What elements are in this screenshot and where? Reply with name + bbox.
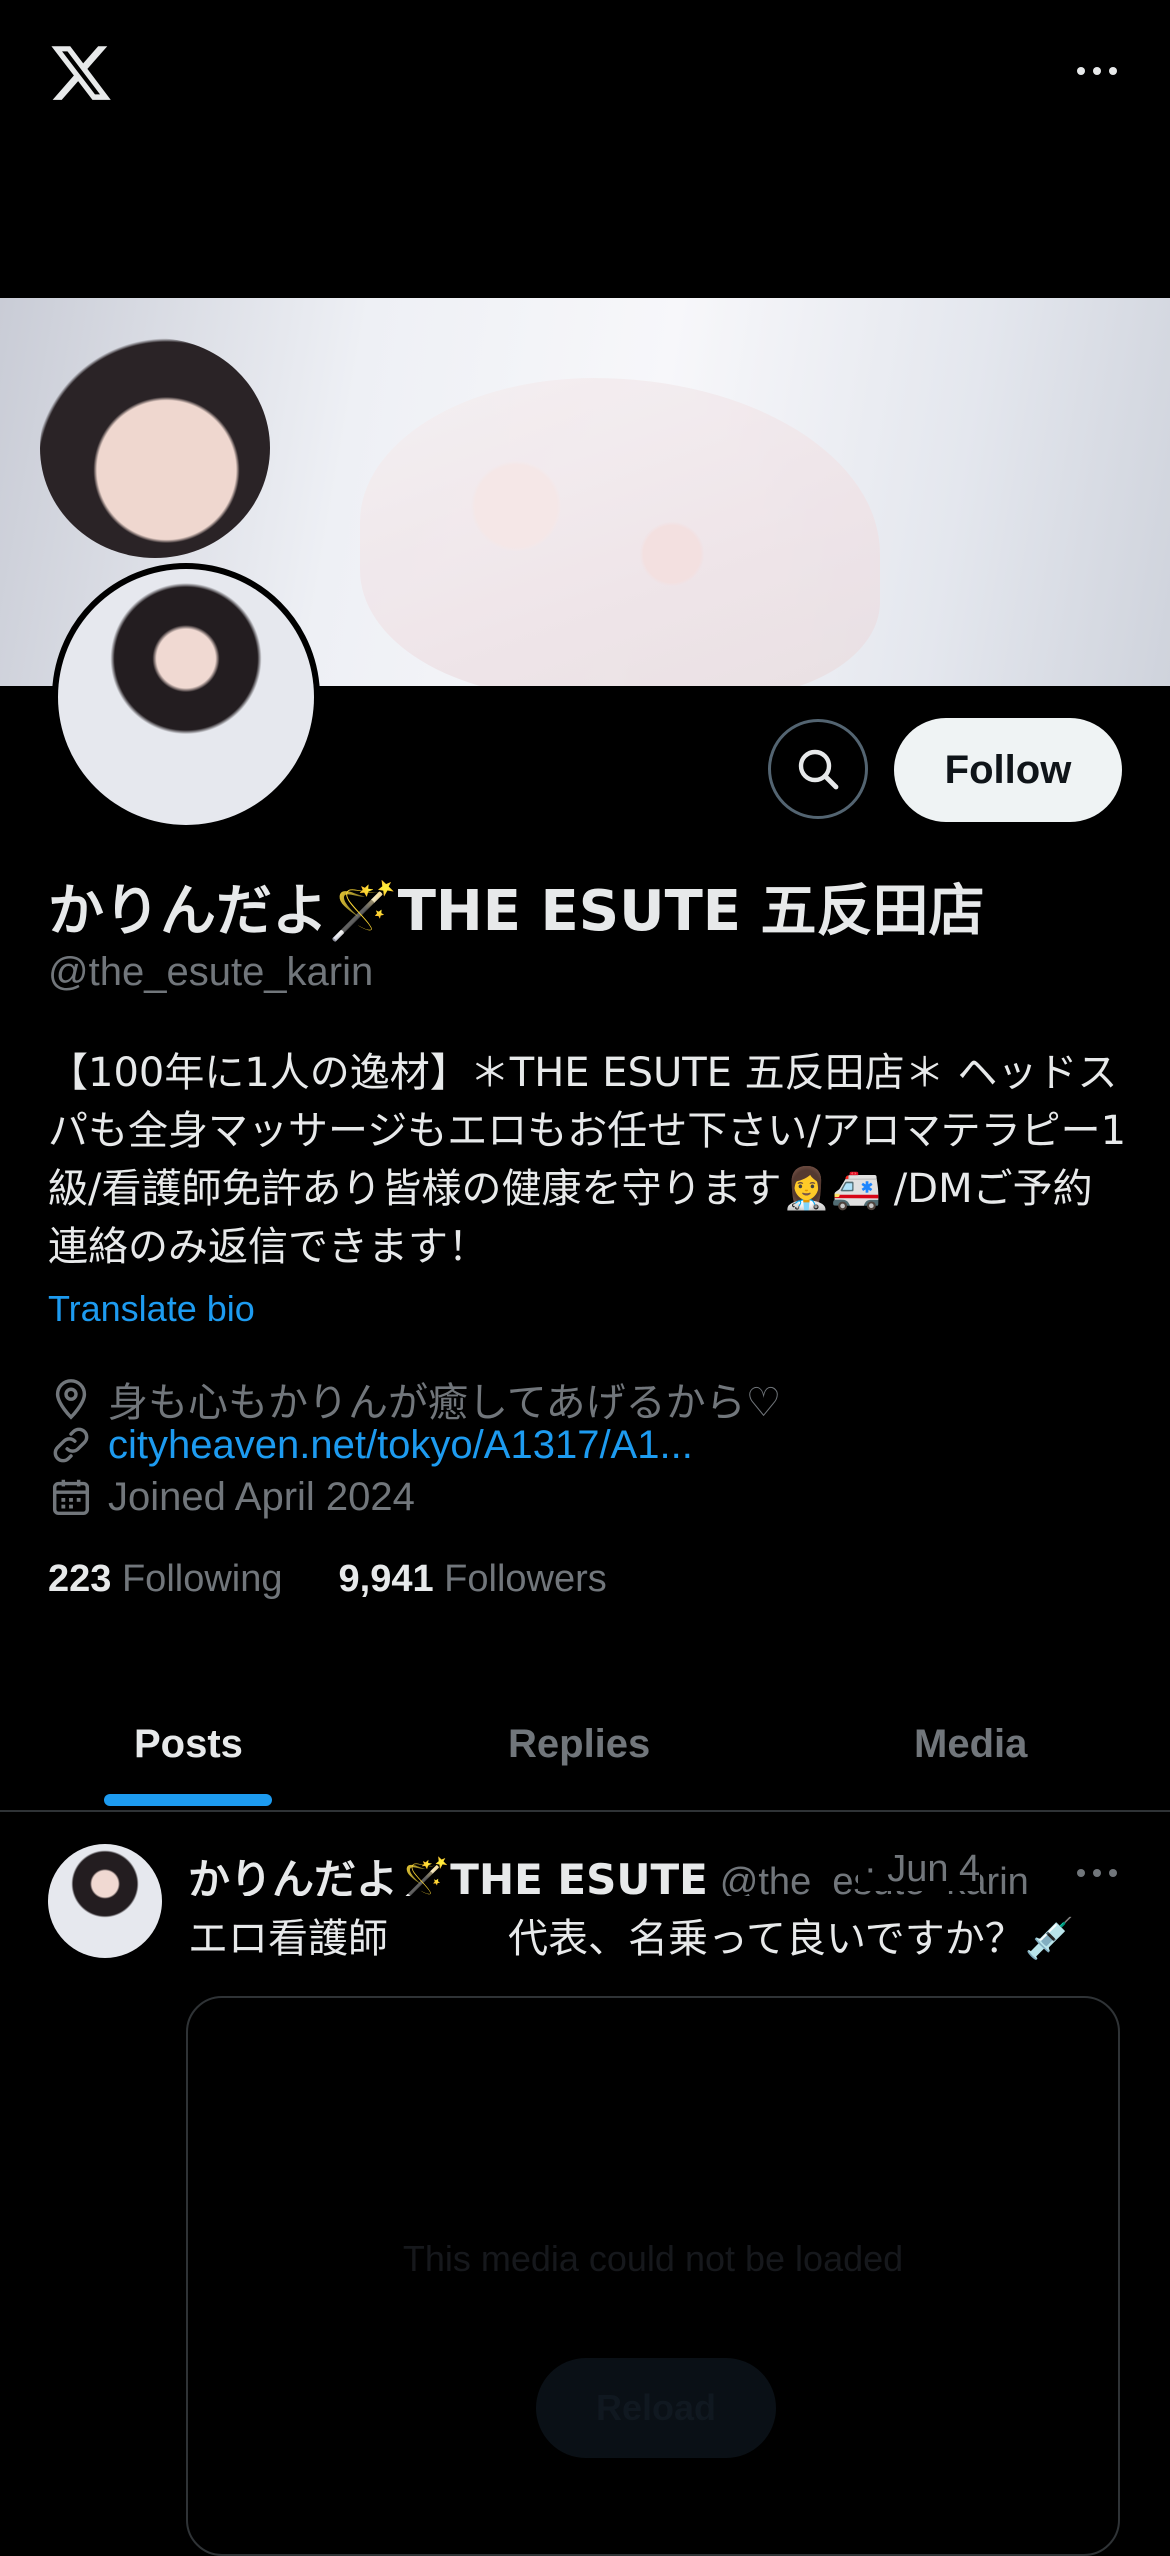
more-options-button[interactable] (1072, 56, 1122, 86)
website-link[interactable]: cityheaven.net/tokyo/A1317/A1... (108, 1423, 693, 1468)
search-button[interactable] (768, 719, 868, 819)
joined-text: Joined April 2024 (108, 1474, 415, 1519)
profile-website: cityheaven.net/tokyo/A1317/A1... (48, 1422, 693, 1468)
tab-posts[interactable]: Posts (134, 1680, 243, 1808)
profile-location: 身も心もかりんが癒してあげるから♡ (48, 1370, 781, 1428)
post-media-card: This media could not be loaded Reload (186, 1996, 1120, 2556)
profile-joined: Joined April 2024 (48, 1474, 415, 1520)
follow-button[interactable]: Follow (894, 718, 1122, 822)
link-icon (53, 1427, 89, 1463)
profile-avatar[interactable] (52, 563, 320, 831)
active-tab-indicator (104, 1794, 272, 1806)
location-text: 身も心もかりんが癒してあげるから♡ (108, 1380, 782, 1426)
top-bar (0, 0, 1170, 160)
more-horizontal-icon (1072, 56, 1122, 86)
calendar-icon (52, 1479, 90, 1516)
post-avatar[interactable] (48, 1844, 162, 1958)
x-logo-icon[interactable] (48, 40, 114, 106)
followers-link[interactable]: 9,941 Followers (339, 1558, 607, 1601)
following-link[interactable]: 223 Following (48, 1558, 283, 1601)
tab-media[interactable]: Media (914, 1680, 1027, 1808)
search-icon (798, 749, 839, 790)
profile-handle: @the_esute_karin (48, 950, 374, 994)
post-author-name[interactable]: かりんだよ🪄THE ESUTE (188, 1855, 708, 1896)
more-horizontal-icon (1072, 1858, 1122, 1888)
translate-bio-link[interactable]: Translate bio (48, 1288, 255, 1330)
reload-button[interactable]: Reload (536, 2358, 776, 2458)
post-date[interactable]: · Jun 4 (858, 1848, 981, 1891)
media-error-message: This media could not be loaded (402, 2238, 904, 2279)
location-pin-icon (55, 1379, 87, 1420)
follow-stats: 223 Following 9,941 Followers (48, 1558, 607, 1601)
profile-bio: 【100年に1人の逸材】＊THE ESUTE 五反田店＊ ヘッドスパも全身マッサ… (48, 1050, 1127, 1270)
post-more-button[interactable] (1072, 1858, 1122, 1888)
post-text: エロ看護師 代表、名乗って良いですか？💉 (188, 1916, 1075, 1962)
profile-tabs: Posts Replies Media (0, 1680, 1170, 1812)
tab-replies[interactable]: Replies (508, 1680, 650, 1808)
display-name: かりんだよ🪄THE ESUTE 五反田店 (48, 879, 985, 944)
